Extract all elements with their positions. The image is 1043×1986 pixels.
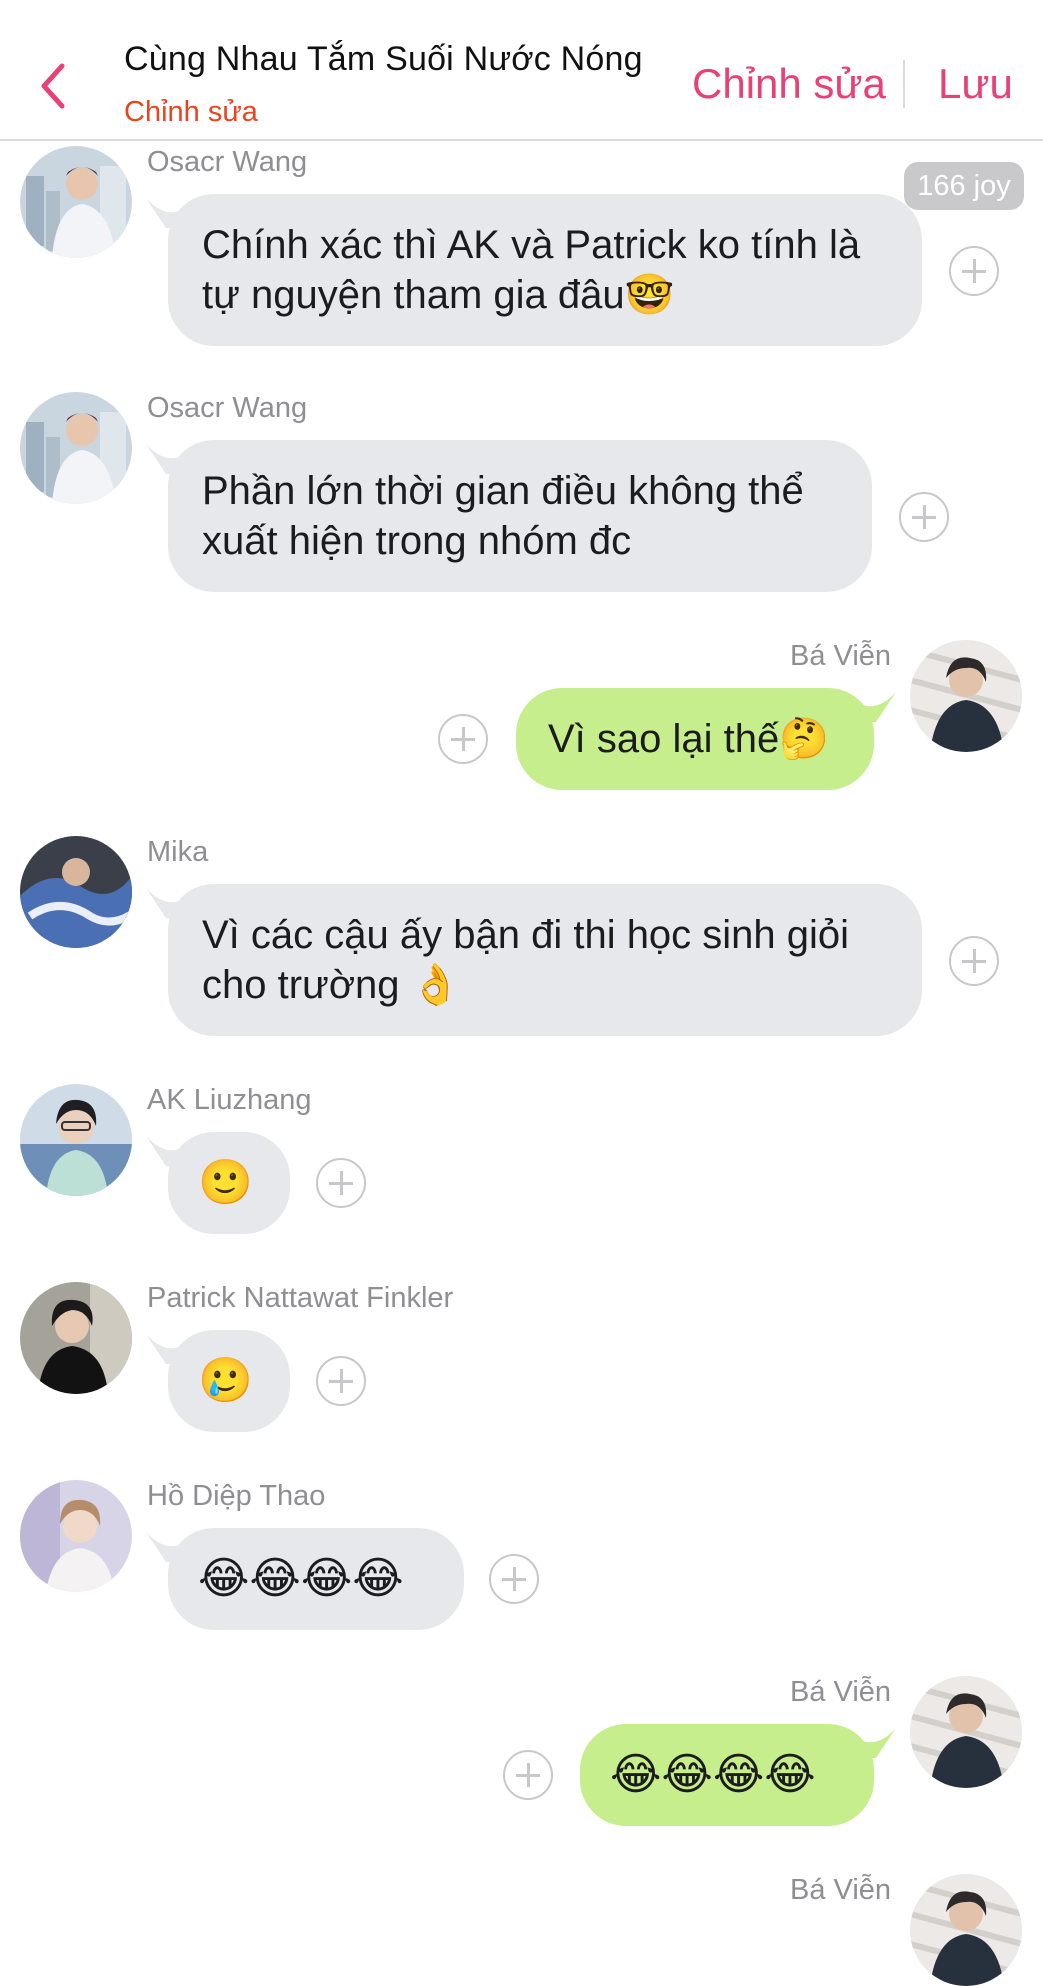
back-button[interactable] xyxy=(36,58,76,114)
add-reaction-button[interactable] xyxy=(949,246,999,296)
sender-name: Hồ Diệp Thao xyxy=(147,1480,326,1512)
sender-name: Patrick Nattawat Finkler xyxy=(147,1282,454,1314)
add-reaction-button[interactable] xyxy=(316,1158,366,1208)
avatar[interactable] xyxy=(20,1084,132,1196)
person-photo-avatar xyxy=(20,1282,132,1394)
chat-header: Cùng Nhau Tắm Suối Nước Nóng Chỉnh sửa C… xyxy=(0,0,1043,141)
avatar[interactable] xyxy=(20,836,132,948)
chat-title: Cùng Nhau Tắm Suối Nước Nóng xyxy=(124,40,643,78)
message-text: Vì sao lại thế🤔 xyxy=(548,717,830,761)
avatar[interactable] xyxy=(20,1480,132,1592)
sender-name: Bá Viễn xyxy=(790,1676,892,1708)
sender-name: Bá Viễn xyxy=(790,1874,892,1906)
avatar[interactable] xyxy=(910,640,1022,752)
save-button[interactable]: Lưu xyxy=(938,60,1013,108)
avatar[interactable] xyxy=(910,1874,1022,1986)
chat-subtitle: Chỉnh sửa xyxy=(124,96,258,128)
person-photo-avatar xyxy=(910,1874,1022,1986)
person-photo-avatar xyxy=(20,146,132,258)
person-photo-avatar xyxy=(20,836,132,948)
message-bubble[interactable]: 🙂 xyxy=(168,1132,290,1234)
sender-name: Osacr Wang xyxy=(147,146,308,178)
avatar[interactable] xyxy=(20,1282,132,1394)
sender-name: AK Liuzhang xyxy=(147,1084,312,1116)
message-text: 🙂 xyxy=(198,1157,253,1208)
header-divider xyxy=(903,60,905,108)
edit-button[interactable]: Chỉnh sửa xyxy=(692,60,886,108)
avatar[interactable] xyxy=(20,146,132,258)
joy-badge: 166 joy xyxy=(904,162,1024,210)
chevron-left-icon xyxy=(41,63,65,109)
message-text: 🥲 xyxy=(198,1355,253,1406)
message-text: Phần lớn thời gian điều không thể xuất h… xyxy=(202,469,804,563)
add-reaction-button[interactable] xyxy=(899,492,949,542)
message-text: Chính xác thì AK và Patrick ko tính là t… xyxy=(202,223,861,317)
message-bubble[interactable]: Phần lớn thời gian điều không thể xuất h… xyxy=(168,440,872,592)
avatar[interactable] xyxy=(20,392,132,504)
add-reaction-button[interactable] xyxy=(503,1750,553,1800)
message-bubble[interactable]: Vì sao lại thế🤔 xyxy=(516,688,874,790)
message-bubble[interactable]: 😂😂😂😂 xyxy=(168,1528,464,1630)
add-reaction-button[interactable] xyxy=(316,1356,366,1406)
person-photo-avatar xyxy=(20,1480,132,1592)
add-reaction-button[interactable] xyxy=(949,936,999,986)
message-bubble[interactable]: 🥲 xyxy=(168,1330,290,1432)
add-reaction-button[interactable] xyxy=(438,714,488,764)
message-text: 😂😂😂😂 xyxy=(198,1553,404,1604)
sender-name: Osacr Wang xyxy=(147,392,308,424)
sender-name: Mika xyxy=(147,836,209,868)
message-bubble[interactable]: Vì các cậu ấy bận đi thi học sinh giỏi c… xyxy=(168,884,922,1036)
sender-name: Bá Viễn xyxy=(790,640,892,672)
message-text: 😂😂😂😂 xyxy=(610,1749,816,1800)
avatar[interactable] xyxy=(910,1676,1022,1788)
message-text: Vì các cậu ấy bận đi thi học sinh giỏi c… xyxy=(202,913,850,1007)
person-photo-avatar xyxy=(20,1084,132,1196)
message-bubble[interactable]: 😂😂😂😂 xyxy=(580,1724,874,1826)
add-reaction-button[interactable] xyxy=(489,1554,539,1604)
person-photo-avatar xyxy=(910,640,1022,752)
person-photo-avatar xyxy=(910,1676,1022,1788)
person-photo-avatar xyxy=(20,392,132,504)
message-bubble[interactable]: Chính xác thì AK và Patrick ko tính là t… xyxy=(168,194,922,346)
